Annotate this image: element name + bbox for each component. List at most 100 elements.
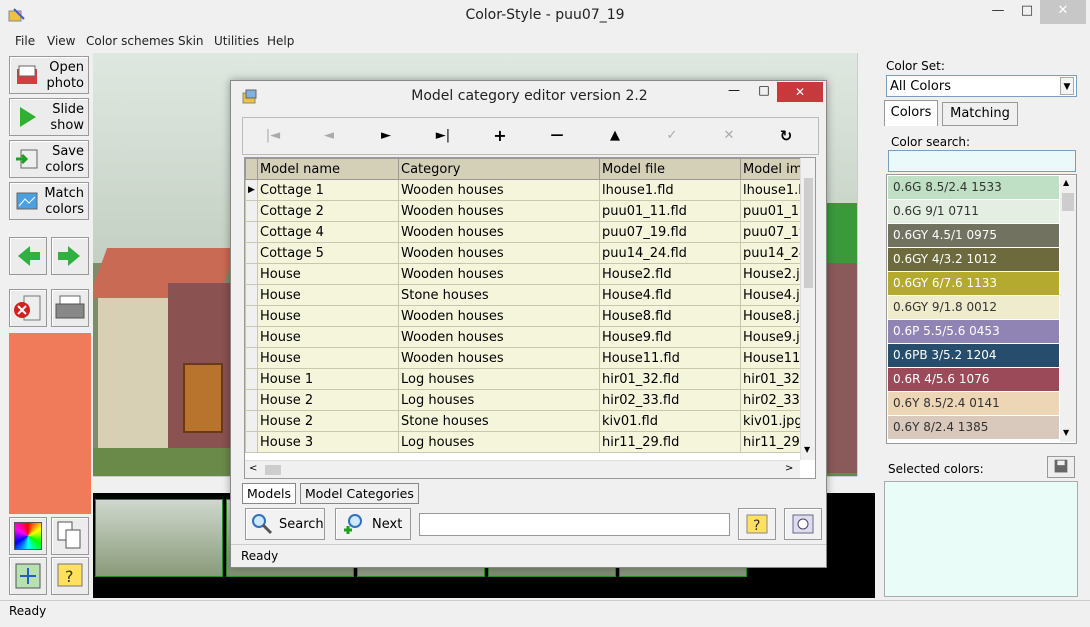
menu-help[interactable]: Help [267,34,294,48]
dialog-close-button[interactable]: ✕ [777,82,823,102]
delete-record-button[interactable]: — [537,119,577,153]
menu-color-schemes[interactable]: Color schemes [86,34,174,48]
delete-button[interactable] [9,289,47,327]
menu-view[interactable]: View [47,34,75,48]
cell-model-file[interactable]: hir01_32.fld [599,368,741,390]
cell-model-file[interactable]: puu07_19.fld [599,221,741,243]
search-button[interactable]: Search [245,508,325,540]
minimize-button[interactable]: — [982,0,1014,24]
dialog-minimize-button[interactable]: — [721,83,747,101]
models-grid[interactable]: Model name Category Model file Model im … [244,157,816,479]
cell-model-name[interactable]: House 1 [257,368,399,390]
cancel-record-button[interactable]: ✕ [709,119,749,153]
search-text-input[interactable] [419,513,730,536]
save-colors-button[interactable]: Save colors [9,140,89,178]
cell-model-file[interactable]: lhouse1.fld [599,179,741,201]
dialog-help-button[interactable]: ? [738,508,776,540]
help-button[interactable]: ? [51,557,89,595]
prior-record-button[interactable]: ◄ [309,119,349,153]
cell-category[interactable]: Wooden houses [398,263,600,285]
table-row[interactable]: Cottage 4 Wooden houses puu07_19.fld puu07_… [245,221,815,243]
photo-vertical-scrollbar[interactable] [857,53,873,476]
cell-model-name[interactable]: Cottage 2 [257,200,399,222]
scrollbar-thumb[interactable] [265,465,281,475]
menu-utilities[interactable]: Utilities [214,34,259,48]
cell-model-name[interactable]: Cottage 5 [257,242,399,264]
menu-file[interactable]: File [15,34,35,48]
cell-category[interactable]: Wooden houses [398,200,600,222]
column-header-model-name[interactable]: Model name [257,158,399,180]
cell-model-name[interactable]: Cottage 4 [257,221,399,243]
cell-model-file[interactable]: kiv01.fld [599,410,741,432]
grid-horizontal-scrollbar[interactable]: < > [245,460,800,478]
table-row[interactable]: House Stone houses House4.fld House4.jp [245,284,815,306]
cell-model-file[interactable]: House2.fld [599,263,741,285]
tab-model-categories[interactable]: Model Categories [300,483,419,504]
next-record-button[interactable]: ► [366,119,406,153]
cell-category[interactable]: Log houses [398,368,600,390]
color-swatch-item[interactable]: 0.6GY 9/1.8 0012 [888,296,1059,319]
first-record-button[interactable]: |◄ [253,119,293,153]
cell-model-file[interactable]: puu14_24.fld [599,242,741,264]
cell-category[interactable]: Wooden houses [398,179,600,201]
dialog-maximize-button[interactable]: □ [751,83,777,101]
resize-button[interactable] [9,557,47,595]
table-row[interactable]: House Wooden houses House2.fld House2.jp [245,263,815,285]
table-row[interactable]: House 2 Stone houses kiv01.fld kiv01.jpg [245,410,815,432]
cell-category[interactable]: Wooden houses [398,326,600,348]
cell-model-name[interactable]: House 2 [257,389,399,411]
color-swatch-item[interactable]: 0.6G 8.5/2.4 1533 [888,176,1059,199]
color-palette-button[interactable] [9,517,47,555]
cell-category[interactable]: Wooden houses [398,347,600,369]
color-swatch-item[interactable]: 0.6GY 4/3.2 1012 [888,248,1059,271]
print-button[interactable] [51,289,89,327]
cell-model-file[interactable]: House11.fld [599,347,741,369]
cell-category[interactable]: Stone houses [398,284,600,306]
cell-category[interactable]: Log houses [398,431,600,453]
cell-model-file[interactable]: hir11_29.fld [599,431,741,453]
next-button[interactable]: Next [335,508,411,540]
cell-model-file[interactable]: puu01_11.fld [599,200,741,222]
grid-vertical-scrollbar[interactable]: ▼ [800,158,815,460]
cell-category[interactable]: Log houses [398,389,600,411]
cell-model-file[interactable]: hir02_33.fld [599,389,741,411]
cell-model-name[interactable]: House [257,263,399,285]
tab-colors[interactable]: Colors [884,100,938,126]
insert-record-button[interactable]: + [480,119,520,153]
refresh-button[interactable]: ↻ [766,119,806,153]
column-header-model-file[interactable]: Model file [599,158,741,180]
tab-models[interactable]: Models [242,483,297,504]
cell-model-name[interactable]: House [257,305,399,327]
maximize-button[interactable]: □ [1011,0,1043,24]
post-record-button[interactable]: ✓ [652,119,692,153]
dialog-exit-button[interactable] [784,508,822,540]
cell-model-name[interactable]: House [257,347,399,369]
cell-model-name[interactable]: House 3 [257,431,399,453]
table-row[interactable]: ▶ Cottage 1 Wooden houses lhouse1.fld lhouse… [245,179,815,201]
cell-model-name[interactable]: House [257,284,399,306]
column-header-category[interactable]: Category [398,158,600,180]
color-list-scrollbar[interactable]: ▲ ▼ [1060,176,1076,442]
slide-show-button[interactable]: Slide show [9,98,89,136]
table-row[interactable]: House Wooden houses House11.fld House11 [245,347,815,369]
table-row[interactable]: House 1 Log houses hir01_32.fld hir01_32.j [245,368,815,390]
color-swatch-item[interactable]: 0.6GY 6/7.6 1133 [888,272,1059,295]
color-search-input[interactable] [888,150,1076,172]
copy-button[interactable] [51,517,89,555]
cell-model-file[interactable]: House9.fld [599,326,741,348]
cell-category[interactable]: Wooden houses [398,242,600,264]
edit-record-button[interactable]: ▲ [595,119,635,153]
close-button[interactable]: ✕ [1040,0,1086,24]
cell-category[interactable]: Stone houses [398,410,600,432]
cell-model-name[interactable]: House 2 [257,410,399,432]
color-swatch-item[interactable]: 0.6G 9/1 0711 [888,200,1059,223]
cell-model-file[interactable]: House8.fld [599,305,741,327]
table-row[interactable]: Cottage 2 Wooden houses puu01_11.fld puu01_… [245,200,815,222]
scrollbar-thumb[interactable] [1062,193,1074,211]
color-swatch-item[interactable]: 0.6Y 8/2.4 1385 [888,416,1059,439]
open-photo-button[interactable]: Open photo [9,56,89,94]
color-swatch-item[interactable]: 0.6GY 4.5/1 0975 [888,224,1059,247]
menu-skin[interactable]: Skin [178,34,204,48]
color-swatch-item[interactable]: 0.6PB 3/5.2 1204 [888,344,1059,367]
color-set-dropdown[interactable]: All Colors ▼ [886,75,1077,97]
